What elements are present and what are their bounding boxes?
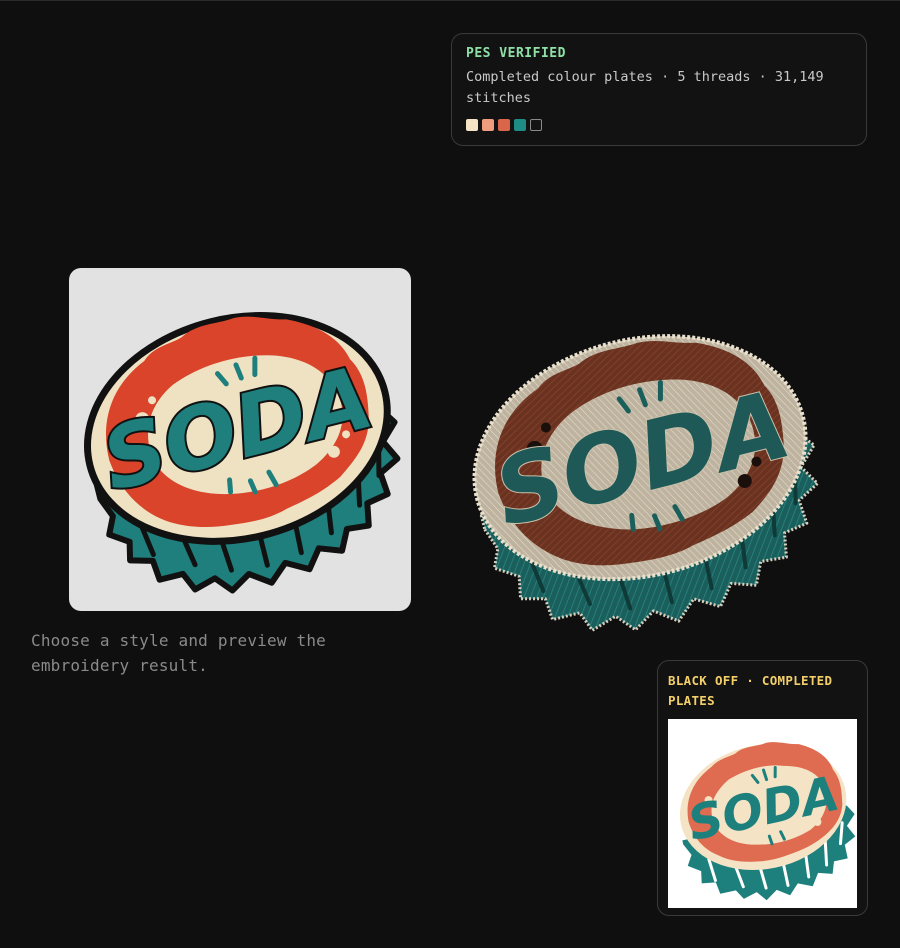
thread-swatch [482, 119, 494, 131]
pes-verified-title: PES VERIFIED [466, 46, 566, 61]
top-divider [0, 0, 900, 1]
thread-swatch [466, 119, 478, 131]
thread-swatch [514, 119, 526, 131]
embroidered-bottlecap: SODA [472, 334, 820, 632]
embroidery-preview[interactable]: SODA [455, 300, 825, 654]
completed-plates-title: BLACK OFF · COMPLETED PLATES [668, 673, 833, 708]
pes-verified-description: Completed colour plates · 5 threads · 31… [466, 69, 824, 106]
pes-verified-card: PES VERIFIED Completed colour plates · 5… [451, 33, 867, 146]
plates-bottlecap: SODA [679, 742, 856, 901]
soda-bottlecap-logo: SODA [84, 312, 401, 594]
thread-swatch [498, 119, 510, 131]
completed-plates-image[interactable]: SODA [668, 719, 857, 908]
completed-plates-card: BLACK OFF · COMPLETED PLATES SODA [657, 660, 868, 916]
style-hint-text: Choose a style and preview the embroider… [31, 631, 326, 675]
thread-swatches [466, 119, 852, 131]
thread-swatch [530, 119, 542, 131]
source-image[interactable]: SODA [69, 268, 411, 611]
